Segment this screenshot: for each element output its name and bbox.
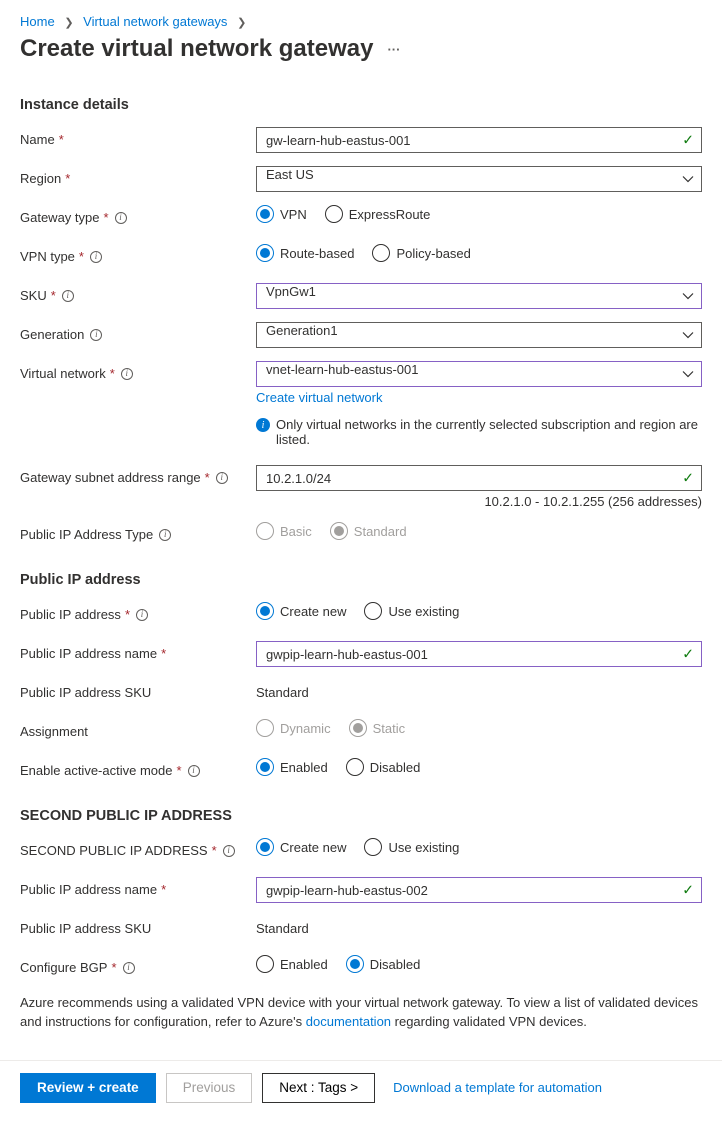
label-pubip-type: Public IP Address Type xyxy=(20,527,153,542)
info-icon[interactable]: i xyxy=(123,962,135,974)
info-icon[interactable]: i xyxy=(216,472,228,484)
info-icon: i xyxy=(256,418,270,432)
required-indicator: * xyxy=(212,843,217,858)
label-pubip-name-1: Public IP address name xyxy=(20,646,157,661)
radio-basic: Basic xyxy=(256,522,312,540)
info-icon[interactable]: i xyxy=(62,290,74,302)
required-indicator: * xyxy=(176,763,181,778)
required-indicator: * xyxy=(59,132,64,147)
pubip-name-input-1[interactable] xyxy=(256,641,702,667)
radio-vpn[interactable]: VPN xyxy=(256,205,307,223)
name-input[interactable] xyxy=(256,127,702,153)
chevron-right-icon: ❯ xyxy=(237,16,246,29)
radio-create-new-2[interactable]: Create new xyxy=(256,838,346,856)
subnet-range-hint: 10.2.1.0 - 10.2.1.255 (256 addresses) xyxy=(256,494,702,509)
label-public-ip: Public IP address xyxy=(20,607,121,622)
label-second-pubip: SECOND PUBLIC IP ADDRESS xyxy=(20,843,208,858)
pubip-sku-value-2: Standard xyxy=(256,916,702,936)
more-actions-icon[interactable]: ··· xyxy=(387,43,400,56)
required-indicator: * xyxy=(110,366,115,381)
info-icon[interactable]: i xyxy=(136,609,148,621)
required-indicator: * xyxy=(51,288,56,303)
generation-select[interactable]: Generation1 xyxy=(256,322,702,348)
sku-select[interactable]: VpnGw1 xyxy=(256,283,702,309)
radio-use-existing-2[interactable]: Use existing xyxy=(364,838,459,856)
label-assignment: Assignment xyxy=(20,724,88,739)
vnet-select[interactable]: vnet-learn-hub-eastus-001 xyxy=(256,361,702,387)
recommendation-text: Azure recommends using a validated VPN d… xyxy=(20,994,702,1032)
label-sku: SKU xyxy=(20,288,47,303)
radio-policy-based[interactable]: Policy-based xyxy=(372,244,470,262)
required-indicator: * xyxy=(205,470,210,485)
subnet-range-input[interactable] xyxy=(256,465,702,491)
required-indicator: * xyxy=(65,171,70,186)
radio-standard: Standard xyxy=(330,522,407,540)
required-indicator: * xyxy=(104,210,109,225)
label-generation: Generation xyxy=(20,327,84,342)
info-icon[interactable]: i xyxy=(90,251,102,263)
radio-expressroute[interactable]: ExpressRoute xyxy=(325,205,431,223)
required-indicator: * xyxy=(161,882,166,897)
radio-aa-enabled[interactable]: Enabled xyxy=(256,758,328,776)
label-subnet-range: Gateway subnet address range xyxy=(20,470,201,485)
documentation-link[interactable]: documentation xyxy=(306,1014,391,1029)
label-name: Name xyxy=(20,132,55,147)
required-indicator: * xyxy=(111,960,116,975)
radio-static: Static xyxy=(349,719,406,737)
review-create-button[interactable]: Review + create xyxy=(20,1073,156,1103)
radio-route-based[interactable]: Route-based xyxy=(256,244,354,262)
next-button[interactable]: Next : Tags > xyxy=(262,1073,375,1103)
label-pubip-name-2: Public IP address name xyxy=(20,882,157,897)
breadcrumb: Home ❯ Virtual network gateways ❯ xyxy=(20,14,702,29)
vnet-info-note: i Only virtual networks in the currently… xyxy=(256,417,702,447)
chevron-right-icon: ❯ xyxy=(64,16,73,29)
section-public-ip: Public IP address xyxy=(20,572,702,588)
label-pubip-sku-1: Public IP address SKU xyxy=(20,685,151,700)
label-vpn-type: VPN type xyxy=(20,249,75,264)
info-icon[interactable]: i xyxy=(115,212,127,224)
required-indicator: * xyxy=(79,249,84,264)
section-second-pubip: SECOND PUBLIC IP ADDRESS xyxy=(20,808,702,824)
section-instance-details: Instance details xyxy=(20,97,702,113)
label-virtual-network: Virtual network xyxy=(20,366,106,381)
radio-bgp-enabled[interactable]: Enabled xyxy=(256,955,328,973)
page-title-text: Create virtual network gateway xyxy=(20,35,373,63)
radio-use-existing-1[interactable]: Use existing xyxy=(364,602,459,620)
label-active-active: Enable active-active mode xyxy=(20,763,172,778)
pubip-sku-value-1: Standard xyxy=(256,680,702,700)
radio-dynamic: Dynamic xyxy=(256,719,331,737)
info-icon[interactable]: i xyxy=(159,529,171,541)
required-indicator: * xyxy=(161,646,166,661)
info-icon[interactable]: i xyxy=(121,368,133,380)
info-icon[interactable]: i xyxy=(90,329,102,341)
region-select[interactable]: East US xyxy=(256,166,702,192)
info-icon[interactable]: i xyxy=(188,765,200,777)
wizard-footer: Review + create Previous Next : Tags > D… xyxy=(0,1060,722,1121)
radio-create-new-1[interactable]: Create new xyxy=(256,602,346,620)
previous-button: Previous xyxy=(166,1073,253,1103)
label-gateway-type: Gateway type xyxy=(20,210,100,225)
download-template-link[interactable]: Download a template for automation xyxy=(393,1080,602,1095)
breadcrumb-home[interactable]: Home xyxy=(20,14,55,29)
label-configure-bgp: Configure BGP xyxy=(20,960,107,975)
required-indicator: * xyxy=(125,607,130,622)
create-vnet-link[interactable]: Create virtual network xyxy=(256,390,702,405)
pubip-name-input-2[interactable] xyxy=(256,877,702,903)
breadcrumb-vng[interactable]: Virtual network gateways xyxy=(83,14,227,29)
label-region: Region xyxy=(20,171,61,186)
label-pubip-sku-2: Public IP address SKU xyxy=(20,921,151,936)
radio-aa-disabled[interactable]: Disabled xyxy=(346,758,421,776)
radio-bgp-disabled[interactable]: Disabled xyxy=(346,955,421,973)
info-icon[interactable]: i xyxy=(223,845,235,857)
page-title: Create virtual network gateway ··· xyxy=(20,35,702,63)
